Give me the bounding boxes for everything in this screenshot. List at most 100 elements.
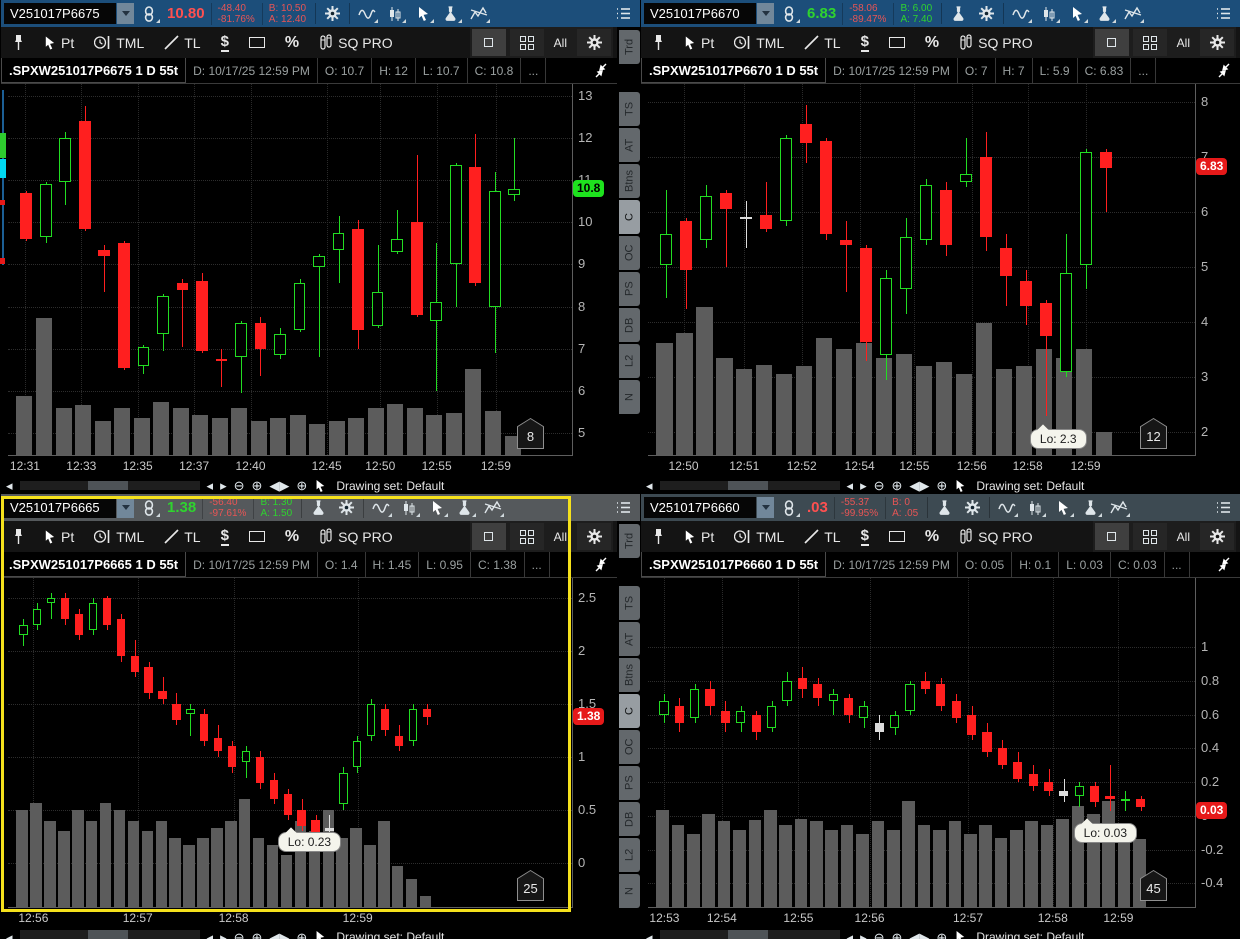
pin-button[interactable] — [5, 523, 32, 550]
flask-icon[interactable] — [451, 496, 478, 519]
flask-icon[interactable] — [945, 2, 972, 25]
gadget-tab-c[interactable]: C — [619, 200, 640, 234]
chart-title[interactable]: .SPXW251017P6665 1 D 55t — [1, 552, 187, 577]
chart-scrollbar[interactable] — [19, 930, 200, 939]
link-icon[interactable] — [775, 496, 802, 519]
trendline-tool-button[interactable]: TL — [155, 523, 209, 550]
gear-icon[interactable] — [959, 496, 986, 519]
all-button[interactable]: All — [1169, 36, 1198, 50]
zoom-out-icon[interactable]: ⊖ — [874, 930, 885, 939]
scrollbar-thumb[interactable] — [727, 481, 768, 490]
cursor-icon[interactable] — [423, 496, 450, 519]
zoom-in-icon[interactable]: ⊕ — [892, 930, 903, 939]
cursor-icon[interactable] — [314, 930, 326, 939]
chart-scrollbar[interactable] — [659, 481, 840, 490]
scrollbar-thumb[interactable] — [727, 930, 768, 939]
gadget-tab-db[interactable]: DB — [619, 308, 640, 342]
header-more[interactable]: ... — [525, 552, 550, 577]
crosshair-icon[interactable]: ⊕ — [296, 930, 307, 939]
chart-style-icon[interactable] — [1035, 2, 1062, 25]
single-chart-button[interactable] — [471, 29, 506, 56]
scroll-left-icon[interactable]: ◂ — [646, 930, 653, 939]
chart-title[interactable]: .SPXW251017P6675 1 D 55t — [1, 58, 187, 83]
link-icon[interactable] — [135, 2, 162, 25]
gadget-tab-ps[interactable]: PS — [619, 766, 640, 800]
gear-icon[interactable] — [973, 2, 1000, 25]
pan-icon[interactable]: ◀▶ — [909, 930, 929, 939]
gadget-tab-n[interactable]: N — [619, 874, 640, 908]
collapse-icon[interactable] — [585, 552, 617, 577]
studies-icon[interactable] — [367, 496, 394, 519]
symbol-dropdown-button[interactable] — [117, 3, 134, 24]
symbol-input[interactable]: V251017P6675 — [4, 3, 116, 24]
price-plot[interactable]: Lo: 0.03 45 — [648, 578, 1196, 908]
settings-gear-button[interactable] — [577, 29, 611, 56]
pointer-tool-button[interactable]: Pt — [34, 523, 83, 550]
cursor-icon[interactable] — [954, 930, 966, 939]
step-left-icon[interactable]: ◂ — [847, 930, 854, 939]
chart-scrollbar[interactable] — [19, 481, 200, 490]
studies-icon[interactable] — [353, 2, 380, 25]
gadget-tab-oc[interactable]: OC — [619, 730, 640, 764]
single-chart-button[interactable] — [1094, 523, 1129, 550]
crosshair-icon[interactable]: ⊕ — [936, 930, 947, 939]
all-button[interactable]: All — [546, 530, 575, 544]
studies-icon[interactable] — [993, 496, 1020, 519]
symbol-dropdown-button[interactable] — [117, 497, 134, 518]
percent-tool-button[interactable]: % — [916, 29, 948, 56]
grid-layout-button[interactable] — [509, 523, 544, 550]
chart-menu-icon[interactable] — [610, 2, 637, 25]
gadget-tab-c[interactable]: C — [619, 694, 640, 728]
gadget-tab-oc[interactable]: OC — [619, 236, 640, 270]
gadget-tab-ts[interactable]: TS — [619, 586, 640, 620]
price-axis[interactable]: 10.80.60.40.20-0.2-0.40.03 — [1196, 578, 1240, 908]
price-axis[interactable]: 131211109876510.8 — [573, 84, 617, 456]
price-axis[interactable]: 8 7 6 5 4 3 2 6.83 — [1196, 84, 1240, 456]
price-plot[interactable]: Lo: 0.23 25 — [8, 578, 573, 908]
gadget-tab-btns[interactable]: Btns — [619, 658, 640, 692]
step-left-icon[interactable]: ◂ — [847, 478, 854, 494]
trendline-tool-button[interactable]: TL — [795, 29, 849, 56]
chart-menu-icon[interactable] — [1210, 2, 1237, 25]
timeline-tool-button[interactable]: TML — [725, 523, 793, 550]
symbol-dropdown-button[interactable] — [757, 497, 774, 518]
symbol-input[interactable]: V251017P6665 — [4, 497, 116, 518]
rectangle-tool-button[interactable] — [880, 29, 914, 56]
sq-pro-button[interactable]: SQ PRO — [310, 29, 401, 56]
gadget-tab-db[interactable]: DB — [619, 802, 640, 836]
gadget-tab-trd[interactable]: Trd — [619, 524, 640, 558]
chart-menu-icon[interactable] — [1210, 496, 1237, 519]
time-axis[interactable]: 12:56 12:57 12:58 12:59 — [1, 908, 617, 929]
price-level-tool-button[interactable]: $ — [212, 523, 238, 550]
flask-icon[interactable] — [437, 2, 464, 25]
scroll-left-icon[interactable]: ◂ — [646, 478, 653, 494]
chart-title[interactable]: .SPXW251017P6660 1 D 55t — [641, 552, 827, 577]
flask-icon[interactable] — [1091, 2, 1118, 25]
timeline-tool-button[interactable]: TML — [725, 29, 793, 56]
cursor-icon[interactable] — [314, 479, 326, 493]
all-button[interactable]: All — [546, 36, 575, 50]
flask-icon[interactable] — [305, 496, 332, 519]
settings-gear-button[interactable] — [1200, 29, 1234, 56]
cursor-icon[interactable] — [1049, 496, 1076, 519]
flask-icon[interactable] — [931, 496, 958, 519]
gadget-tab-at[interactable]: AT — [619, 128, 640, 162]
collapse-icon[interactable] — [1208, 552, 1240, 577]
sq-pro-button[interactable]: SQ PRO — [310, 523, 401, 550]
drawing-set-label[interactable]: Drawing set: Default — [336, 479, 444, 493]
gadget-tab-ps[interactable]: PS — [619, 272, 640, 306]
chart-menu-icon[interactable] — [610, 496, 637, 519]
pointer-tool-button[interactable]: Pt — [674, 523, 723, 550]
pan-icon[interactable]: ◀▶ — [909, 478, 929, 494]
cursor-icon[interactable] — [1063, 2, 1090, 25]
link-icon[interactable] — [775, 2, 802, 25]
pattern-icon[interactable] — [465, 2, 492, 25]
chart-style-icon[interactable] — [1021, 496, 1048, 519]
pan-icon[interactable]: ◀▶ — [269, 478, 289, 494]
step-left-icon[interactable]: ◂ — [207, 930, 214, 939]
gadget-tab-l2[interactable]: L2 — [619, 838, 640, 872]
symbol-input[interactable]: V251017P6670 — [644, 3, 756, 24]
percent-tool-button[interactable]: % — [916, 523, 948, 550]
gear-icon[interactable] — [333, 496, 360, 519]
single-chart-button[interactable] — [1094, 29, 1129, 56]
